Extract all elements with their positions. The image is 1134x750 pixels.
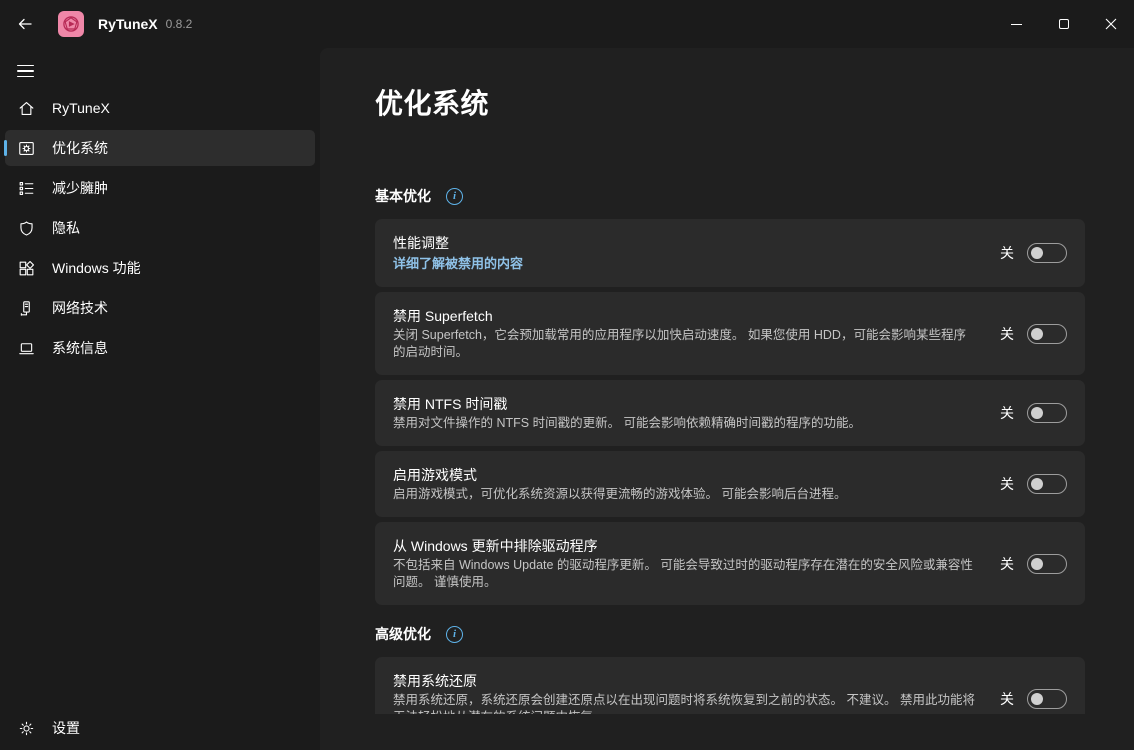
section-header-basic: 基本优化 i <box>375 186 1085 206</box>
toggle-switch[interactable] <box>1027 474 1067 494</box>
network-icon <box>17 299 36 318</box>
toggle-switch[interactable] <box>1027 324 1067 344</box>
setting-card-disable-ntfs-timestamp: 禁用 NTFS 时间戳 禁用对文件操作的 NTFS 时间戳的更新。 可能会影响依… <box>375 380 1085 446</box>
main-content: 优化系统 基本优化 i 性能调整 详细了解被禁用的内容 关 禁用 Superfe… <box>320 48 1134 750</box>
close-icon <box>1105 18 1117 30</box>
content-scroll-area: 优化系统 基本优化 i 性能调整 详细了解被禁用的内容 关 禁用 Superfe… <box>320 48 1134 714</box>
toggle-switch[interactable] <box>1027 403 1067 423</box>
section-label: 基本优化 <box>375 186 431 206</box>
setting-description: 启用游戏模式，可优化系统资源以获得更流畅的游戏体验。 可能会影响后台进程。 <box>393 486 976 503</box>
maximize-button[interactable] <box>1040 0 1087 48</box>
sidebar-item-label: RyTuneX <box>52 100 110 116</box>
app-version: 0.8.2 <box>166 17 193 31</box>
sidebar-item-label: 隐私 <box>52 218 80 238</box>
home-icon <box>17 99 36 118</box>
learn-more-link[interactable]: 详细了解被禁用的内容 <box>393 254 523 273</box>
setting-card-disable-superfetch: 禁用 Superfetch 关闭 Superfetch，它会预加载常用的应用程序… <box>375 292 1085 375</box>
sidebar-item-label: 网络技术 <box>52 298 108 318</box>
minimize-icon <box>1011 24 1022 25</box>
setting-description: 关闭 Superfetch，它会预加载常用的应用程序以加快启动速度。 如果您使用… <box>393 327 976 361</box>
toggle-switch[interactable] <box>1027 689 1067 709</box>
section-header-advanced: 高级优化 i <box>375 624 1085 644</box>
toggle-state-label: 关 <box>1000 324 1014 344</box>
sidebar-item-label: Windows 功能 <box>52 258 141 278</box>
toggle-knob <box>1031 247 1043 259</box>
sidebar-item-home[interactable]: RyTuneX <box>5 90 315 126</box>
sidebar-item-network[interactable]: 网络技术 <box>5 290 315 326</box>
toggle-knob <box>1031 558 1043 570</box>
toggle-state-label: 关 <box>1000 403 1014 423</box>
window-controls <box>993 0 1134 48</box>
setting-card-exclude-drivers-windows-update: 从 Windows 更新中排除驱动程序 不包括来自 Windows Update… <box>375 522 1085 605</box>
hamburger-menu-button[interactable] <box>12 54 52 88</box>
sidebar-item-label: 减少臃肿 <box>52 178 108 198</box>
sidebar-footer: 设置 <box>0 706 320 746</box>
app-title: RyTuneX <box>98 16 158 32</box>
sidebar-item-windows-features[interactable]: Windows 功能 <box>5 250 315 286</box>
app-logo-icon <box>58 11 84 37</box>
toggle-knob <box>1031 328 1043 340</box>
setting-title: 从 Windows 更新中排除驱动程序 <box>393 536 976 556</box>
sidebar-item-privacy[interactable]: 隐私 <box>5 210 315 246</box>
close-button[interactable] <box>1087 0 1134 48</box>
setting-title: 禁用系统还原 <box>393 671 976 691</box>
optimize-icon <box>17 139 36 158</box>
sidebar-item-settings[interactable]: 设置 <box>5 710 315 746</box>
sidebar-item-label: 系统信息 <box>52 338 108 358</box>
settings-card-list: 性能调整 详细了解被禁用的内容 关 禁用 Superfetch 关闭 Super… <box>375 219 1085 605</box>
back-arrow-icon <box>17 16 33 32</box>
minimize-button[interactable] <box>993 0 1040 48</box>
setting-card-disable-system-restore: 禁用系统还原 禁用系统还原，系统还原会创建还原点以在出现问题时将系统恢复到之前的… <box>375 657 1085 714</box>
sidebar-item-optimize-system[interactable]: 优化系统 <box>5 130 315 166</box>
toggle-knob <box>1031 693 1043 705</box>
setting-description: 禁用系统还原，系统还原会创建还原点以在出现问题时将系统恢复到之前的状态。 不建议… <box>393 692 976 714</box>
toggle-state-label: 关 <box>1000 689 1014 709</box>
setting-title: 启用游戏模式 <box>393 465 976 485</box>
setting-description: 禁用对文件操作的 NTFS 时间戳的更新。 可能会影响依赖精确时间戳的程序的功能… <box>393 415 976 432</box>
setting-title: 禁用 NTFS 时间戳 <box>393 394 976 414</box>
toggle-state-label: 关 <box>1000 554 1014 574</box>
setting-description: 不包括来自 Windows Update 的驱动程序更新。 可能会导致过时的驱动… <box>393 557 976 591</box>
toggle-switch[interactable] <box>1027 243 1067 263</box>
gear-icon <box>17 719 36 738</box>
toggle-state-label: 关 <box>1000 243 1014 263</box>
setting-title: 性能调整 <box>393 233 976 253</box>
sidebar-nav: RyTuneX 优化系统 减少臃肿 <box>0 86 320 366</box>
toggle-knob <box>1031 478 1043 490</box>
info-icon[interactable]: i <box>446 188 463 205</box>
section-label: 高级优化 <box>375 624 431 644</box>
setting-card-enable-game-mode: 启用游戏模式 启用游戏模式，可优化系统资源以获得更流畅的游戏体验。 可能会影响后… <box>375 451 1085 517</box>
shield-icon <box>17 219 36 238</box>
windows-features-icon <box>17 259 36 278</box>
sidebar-item-label: 设置 <box>52 718 80 738</box>
titlebar: RyTuneX 0.8.2 <box>0 0 1134 48</box>
system-info-icon <box>17 339 36 358</box>
settings-card-list-advanced: 禁用系统还原 禁用系统还原，系统还原会创建还原点以在出现问题时将系统恢复到之前的… <box>375 657 1085 714</box>
info-icon[interactable]: i <box>446 626 463 643</box>
sidebar-item-label: 优化系统 <box>52 138 108 158</box>
back-button[interactable] <box>8 9 42 39</box>
setting-card-performance-tweaks: 性能调整 详细了解被禁用的内容 关 <box>375 219 1085 287</box>
toggle-knob <box>1031 407 1043 419</box>
sidebar-item-debloat[interactable]: 减少臃肿 <box>5 170 315 206</box>
maximize-icon <box>1059 19 1069 29</box>
setting-title: 禁用 Superfetch <box>393 306 976 326</box>
page-title: 优化系统 <box>375 82 1085 122</box>
hamburger-icon <box>17 65 34 67</box>
toggle-state-label: 关 <box>1000 474 1014 494</box>
sidebar: RyTuneX 优化系统 减少臃肿 <box>0 48 320 750</box>
sidebar-item-system-info[interactable]: 系统信息 <box>5 330 315 366</box>
toggle-switch[interactable] <box>1027 554 1067 574</box>
debloat-list-icon <box>17 179 36 198</box>
